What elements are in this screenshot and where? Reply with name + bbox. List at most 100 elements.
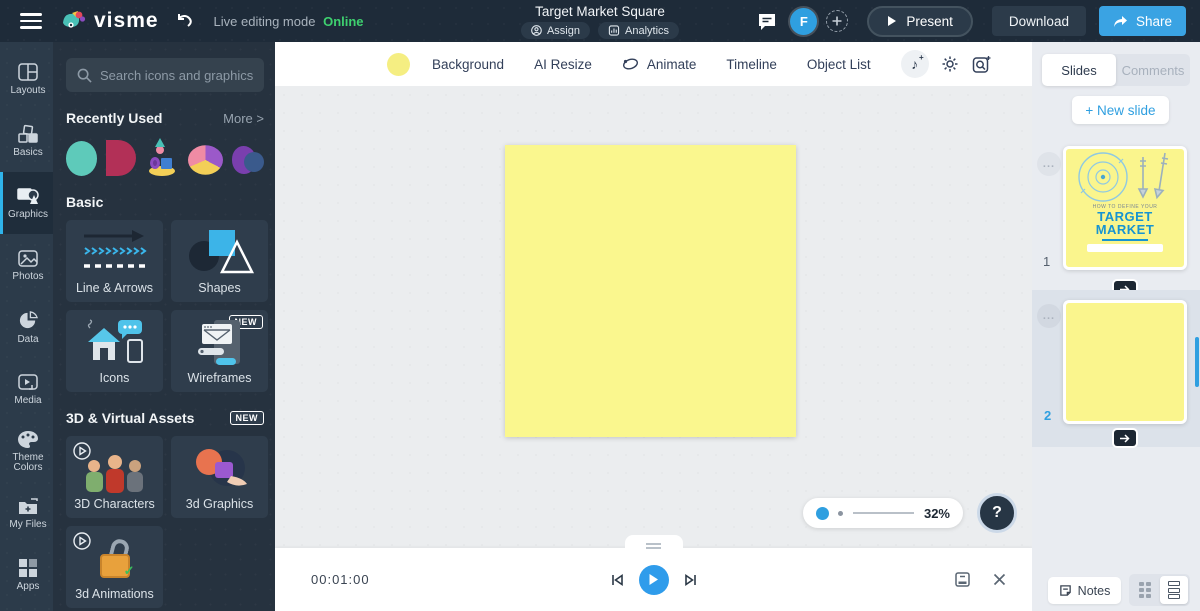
analytics-icon <box>608 25 620 36</box>
presenter-view-icon[interactable] <box>954 571 971 588</box>
recent-3d-pie-chart[interactable] <box>187 144 223 176</box>
notes-button[interactable]: Notes <box>1048 577 1121 604</box>
skip-start-icon[interactable] <box>610 573 624 587</box>
zoom-slider-thumb[interactable] <box>816 506 829 520</box>
topbar-center: Target Market Square Assign Analytics <box>520 4 680 39</box>
recent-3d-spheres[interactable] <box>231 144 264 176</box>
close-timeline-icon[interactable] <box>993 573 1006 586</box>
top-bar: visme Live editing mode Online Target Ma… <box>0 0 1200 42</box>
recent-teal-circle-shape[interactable] <box>66 141 98 176</box>
assign-button[interactable]: Assign <box>520 22 590 39</box>
notes-icon <box>1059 585 1071 596</box>
tile-label: Wireframes <box>187 371 252 385</box>
canvas-area[interactable]: 32% ? <box>275 86 1032 611</box>
zoom-control: 32% <box>803 498 963 528</box>
topbar-left-group: visme Live editing mode Online <box>0 9 364 33</box>
sidebar-item-photos[interactable]: Photos <box>0 234 53 296</box>
sidebar-item-graphics[interactable]: Graphics <box>0 172 53 234</box>
sidebar-item-basics[interactable]: Basics <box>0 110 53 172</box>
shapes-art <box>171 228 268 276</box>
slide1-thumbnail[interactable]: HOW TO DEFINE YOUR TARGET MARKET <box>1063 146 1187 270</box>
ai-resize-button[interactable]: AI Resize <box>534 57 592 72</box>
slide-canvas[interactable] <box>505 145 796 437</box>
sidebar-item-apps[interactable]: Apps <box>0 544 53 606</box>
add-music-icon[interactable]: ♪ + <box>900 50 929 78</box>
3d-characters-tile[interactable]: 3D Characters <box>66 436 163 518</box>
animate-button[interactable]: Animate <box>622 57 696 72</box>
background-color-swatch[interactable] <box>387 52 410 76</box>
share-button[interactable]: Share <box>1098 6 1186 36</box>
hamburger-menu-icon[interactable] <box>16 9 46 33</box>
slide2-number: 2 <box>1044 408 1052 423</box>
present-button[interactable]: Present <box>867 5 973 37</box>
online-status: Online <box>323 13 364 29</box>
add-collaborator-icon[interactable] <box>826 10 849 32</box>
playbar-drag-handle[interactable] <box>624 535 683 548</box>
play-button[interactable] <box>638 564 669 595</box>
wireframes-tile[interactable]: NEW Wireframes <box>171 310 268 392</box>
grid-view-icon[interactable] <box>1131 576 1160 604</box>
assets-tiles: 3D Characters 3d Graphics ✓ 3d Animation… <box>66 436 268 608</box>
recent-crimson-half-shape[interactable] <box>106 140 136 176</box>
icons-tile[interactable]: Icons <box>66 310 163 392</box>
more-link[interactable]: More > <box>223 111 264 126</box>
tile-label: Shapes <box>198 281 241 295</box>
find-replace-icon[interactable] <box>972 55 991 74</box>
tab-slides[interactable]: Slides <box>1042 54 1116 86</box>
wireframes-art <box>171 318 268 368</box>
playback-bar: 00:01:00 <box>275 535 1032 611</box>
3d-animations-tile[interactable]: ✓ 3d Animations <box>66 526 163 608</box>
graphics-icon <box>17 188 39 204</box>
search-input[interactable] <box>100 67 253 83</box>
slide2-transition-button[interactable] <box>1114 430 1136 446</box>
sidebar-item-label: My Files <box>9 518 47 530</box>
assets-header: 3D & Virtual Assets NEW <box>66 410 264 426</box>
line-arrows-tile[interactable]: Line & Arrows <box>66 220 163 302</box>
sidebar-item-data[interactable]: Data <box>0 296 53 358</box>
photos-icon <box>18 249 38 267</box>
list-view-icon[interactable] <box>1159 576 1188 604</box>
analytics-button[interactable]: Analytics <box>598 22 680 39</box>
avatar[interactable]: F <box>790 7 818 35</box>
check-mark: ✓ <box>123 563 135 578</box>
basic-header: Basic <box>66 194 264 210</box>
tab-comments[interactable]: Comments <box>1116 54 1190 86</box>
slides-scrollbar[interactable] <box>1195 337 1199 387</box>
assign-person-icon <box>531 25 542 36</box>
settings-gear-icon[interactable] <box>941 55 959 73</box>
3d-graphics-tile[interactable]: 3d Graphics <box>171 436 268 518</box>
sidebar-item-media[interactable]: Media <box>0 358 53 420</box>
slide2-menu-dots[interactable]: ... <box>1037 304 1061 328</box>
object-list-button[interactable]: Object List <box>807 57 871 72</box>
3d-animations-art: ✓ <box>66 537 163 578</box>
visme-logo[interactable]: visme <box>60 9 159 33</box>
ai-resize-label: AI Resize <box>534 56 592 72</box>
sidebar-item-layouts[interactable]: Layouts <box>0 48 53 110</box>
skip-end-icon[interactable] <box>684 573 698 587</box>
document-title[interactable]: Target Market Square <box>521 4 679 19</box>
new-slide-button[interactable]: + New slide <box>1072 96 1169 124</box>
shapes-tile[interactable]: Shapes <box>171 220 268 302</box>
undo-icon[interactable] <box>175 13 194 29</box>
slide2-thumbnail[interactable] <box>1063 300 1187 424</box>
tile-label: 3D Characters <box>74 497 155 511</box>
background-button[interactable]: Background <box>432 57 504 72</box>
sidebar-item-theme-colors[interactable]: Theme Colors <box>0 420 53 482</box>
search-box[interactable] <box>66 58 264 92</box>
slides-view-toggle <box>1129 574 1190 606</box>
object-list-label: Object List <box>806 56 871 72</box>
slide1-menu-dots[interactable]: ... <box>1037 152 1061 176</box>
timeline-button[interactable]: Timeline <box>726 57 777 72</box>
comments-icon[interactable] <box>757 12 777 31</box>
recent-3d-geometric-stack[interactable] <box>145 138 179 176</box>
download-label: Download <box>1008 13 1069 29</box>
recently-used-row <box>66 138 264 176</box>
icons-art <box>66 318 163 366</box>
help-button[interactable]: ? <box>977 493 1017 533</box>
doc-actions: Assign Analytics <box>520 22 680 39</box>
zoom-slider-track[interactable] <box>853 512 914 514</box>
music-note-glyph: ♪ <box>911 56 919 72</box>
sidebar-item-my-files[interactable]: My Files <box>0 482 53 544</box>
sidebar-item-label: Basics <box>13 147 43 158</box>
download-button[interactable]: Download <box>991 6 1086 36</box>
